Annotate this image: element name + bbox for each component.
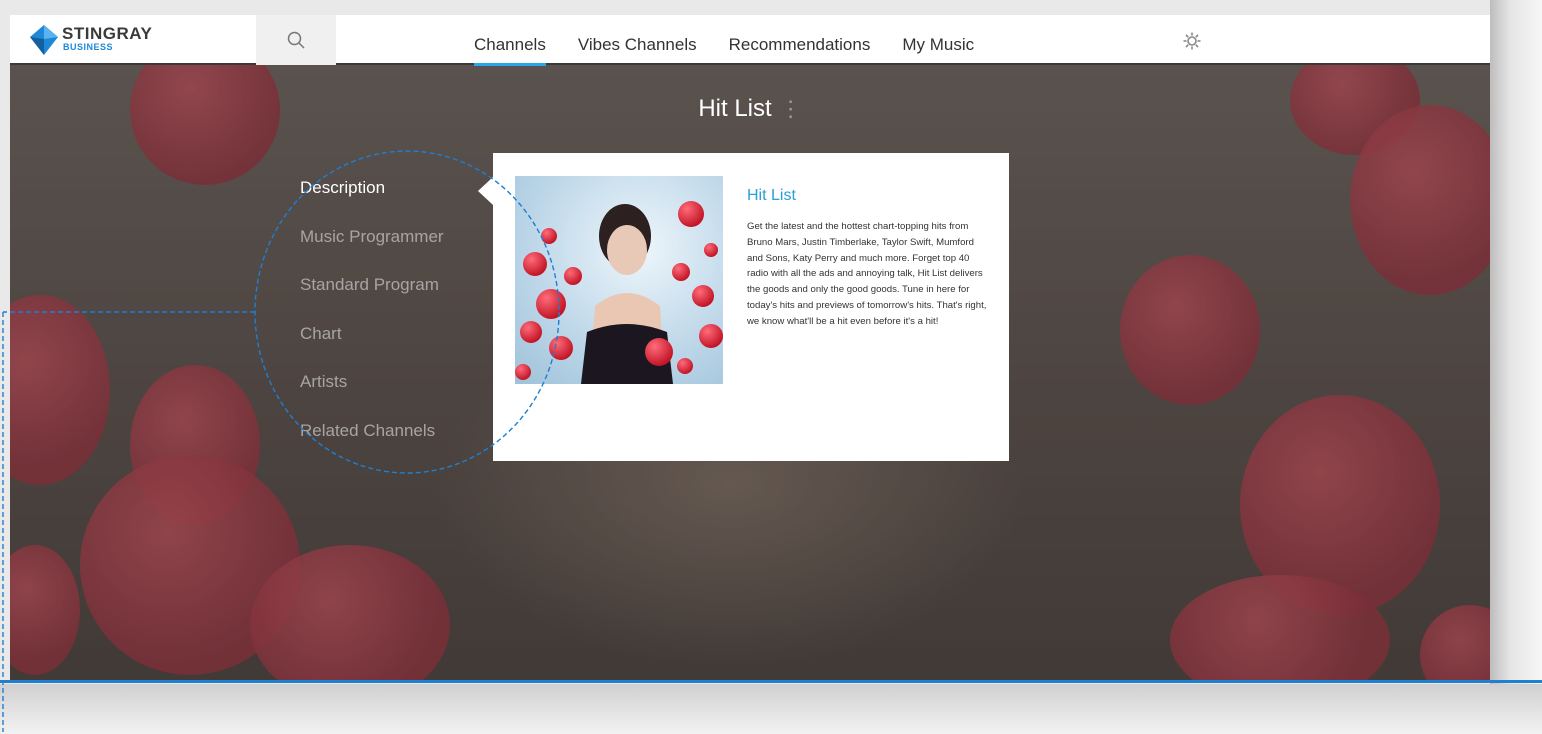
card-description: Get the latest and the hottest chart-top… <box>747 221 987 327</box>
brand-sub: BUSINESS <box>63 42 114 52</box>
search-button[interactable] <box>256 15 336 65</box>
channel-side-menu: Description Music Programmer Standard Pr… <box>300 175 444 466</box>
side-item-chart[interactable]: Chart <box>300 321 444 370</box>
page-title-text: Hit List <box>698 95 772 122</box>
side-item-music-programmer[interactable]: Music Programmer <box>300 224 444 273</box>
nav-recommendations[interactable]: Recommendations <box>729 15 871 65</box>
page-title: Hit List ⋮ <box>10 95 1490 123</box>
frame-right-edge <box>1490 0 1542 734</box>
channel-cover-image <box>515 176 723 384</box>
search-icon <box>287 31 305 49</box>
description-card: Hit List Get the latest and the hottest … <box>478 153 1009 461</box>
gear-icon[interactable] <box>1182 31 1202 51</box>
stingray-logo-icon <box>30 25 58 55</box>
card-pointer <box>478 177 493 205</box>
annotation-bottom-line <box>0 680 1542 683</box>
nav-vibes-channels[interactable]: Vibes Channels <box>578 15 697 65</box>
stingray-logo[interactable]: STINGRAY BUSINESS <box>30 23 170 57</box>
vertical-dots-icon[interactable]: ⋮ <box>780 96 802 121</box>
side-item-related-channels[interactable]: Related Channels <box>300 418 444 467</box>
side-item-description[interactable]: Description <box>300 175 444 224</box>
side-item-standard-program[interactable]: Standard Program <box>300 272 444 321</box>
card-title: Hit List <box>747 187 796 204</box>
brand-name: STINGRAY <box>62 24 153 43</box>
app-window: STINGRAY BUSINESS Channels Vibes Channel… <box>10 15 1490 681</box>
main-nav: Channels Vibes Channels Recommendations … <box>474 15 1006 66</box>
top-bar: STINGRAY BUSINESS Channels Vibes Channel… <box>10 15 1490 66</box>
frame-bottom-edge <box>0 684 1542 734</box>
nav-my-music[interactable]: My Music <box>902 15 974 65</box>
nav-channels[interactable]: Channels <box>474 15 546 66</box>
side-item-artists[interactable]: Artists <box>300 369 444 418</box>
cover-artwork <box>515 201 723 384</box>
